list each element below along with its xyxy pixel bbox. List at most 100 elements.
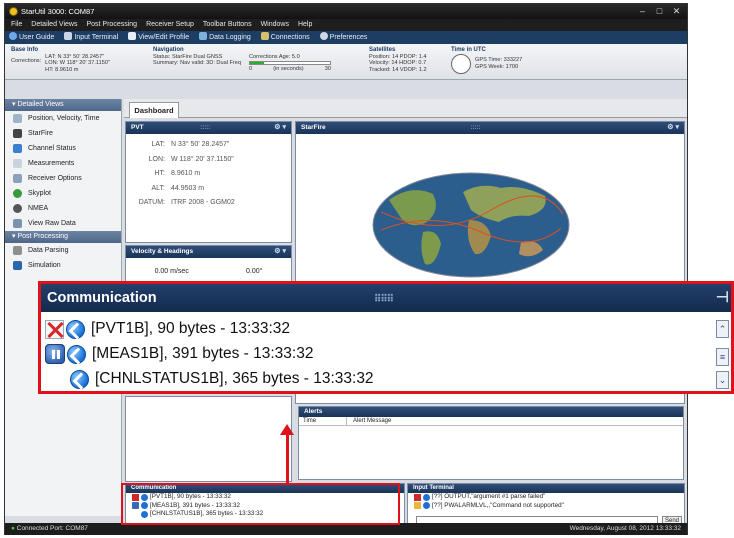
nav-status-value: StarFire Dual GNSS: [171, 53, 223, 60]
input-terminal-button[interactable]: Input Terminal: [64, 31, 118, 44]
drag-grip-icon[interactable]: ⠿⠿⠿: [374, 286, 394, 314]
simulation-icon: [13, 261, 22, 270]
panel-options-icon[interactable]: ⚙ ▾: [274, 246, 286, 258]
pin-icon[interactable]: ⊣: [716, 284, 729, 312]
sidebar-item-receiver-options[interactable]: Receiver Options: [5, 171, 121, 186]
alerts-col-message: Alert Message: [353, 418, 392, 424]
sidebar-item-starfire[interactable]: StarFire: [5, 126, 121, 141]
pause-icon[interactable]: [45, 344, 65, 364]
sidebar-item-skyplot[interactable]: Skyplot: [5, 186, 121, 201]
sidebar-item-pvt[interactable]: Position, Velocity, Time: [5, 111, 121, 126]
scroll-up-icon[interactable]: ⌃: [716, 320, 729, 338]
communication-callout-header: Communication ⠿⠿⠿ ⊣: [41, 284, 731, 312]
panel-options-icon[interactable]: ⚙ ▾: [667, 122, 679, 134]
data-logging-button[interactable]: Data Logging: [199, 31, 251, 44]
info-bar: Base Info Corrections: LAT: N 33° 50' 28…: [5, 44, 687, 80]
preferences-button[interactable]: Preferences: [319, 31, 367, 44]
clear-icon[interactable]: [45, 319, 64, 339]
nav-summary-label: Summary:: [153, 60, 179, 66]
sidebar-item-data-parsing[interactable]: Data Parsing: [5, 243, 121, 258]
pvt-row: LON: W 118° 20' 37.1150": [148, 155, 234, 163]
title-bar: StarUtil 3000: COM87 – □ ✕: [5, 4, 687, 19]
profile-icon: [128, 32, 137, 40]
starfire-panel-header: StarFire::::: ⚙ ▾: [296, 122, 684, 134]
globe-icon: [13, 189, 22, 198]
app-window: StarUtil 3000: COM87 – □ ✕ File Detailed…: [4, 3, 688, 535]
data-logging-icon: [199, 32, 208, 40]
maximize-icon[interactable]: □: [652, 6, 667, 17]
callout-arrowhead: [280, 424, 294, 435]
base-ht: HT: 8.9610 m: [45, 66, 79, 73]
menu-post-processing[interactable]: Post Processing: [86, 19, 137, 31]
callout-arrow: [286, 434, 289, 484]
wrench-icon: [13, 174, 22, 183]
nmea-icon: [13, 204, 22, 213]
menu-detailed-views[interactable]: Detailed Views: [31, 19, 77, 31]
starfire-icon: [13, 129, 22, 138]
menu-windows[interactable]: Windows: [261, 19, 289, 31]
menu-file[interactable]: File: [11, 19, 22, 31]
comm-message-text: [CHNLSTATUS1B], 365 bytes - 13:33:32: [95, 370, 374, 387]
panel-options-icon[interactable]: ⚙ ▾: [274, 122, 286, 134]
incoming-arrow-icon: [67, 344, 86, 364]
arrow-icon: [423, 502, 430, 510]
terminal-line: [??] OUTPUT,"argument #1 parse failed": [408, 493, 684, 502]
section-detailed-views[interactable]: ▾ Detailed Views: [5, 99, 121, 111]
menu-help[interactable]: Help: [298, 19, 312, 31]
gear-icon: [319, 32, 328, 40]
pvt-row: ALT: 44.9503 m: [151, 184, 205, 192]
sidebar-item-channel-status[interactable]: Channel Status: [5, 141, 121, 156]
tab-dashboard[interactable]: Dashboard: [129, 102, 179, 118]
comm-message-row: [CHNLSTATUS1B], 365 bytes - 13:33:32: [70, 367, 374, 391]
base-info: Base Info Corrections: LAT: N 33° 50' 28…: [11, 47, 110, 73]
comm-message-row: [MEAS1B], 391 bytes - 13:33:32: [45, 342, 313, 366]
sidebar-item-measurements[interactable]: Measurements: [5, 156, 121, 171]
raw-data-icon: [13, 219, 22, 228]
toolbar: User Guide Input Terminal View/Edit Prof…: [5, 31, 687, 44]
nav-summary-value: Nav valid: 3D: Dual Freq: [180, 60, 241, 66]
close-icon[interactable]: ✕: [669, 6, 684, 17]
sidebar-item-nmea[interactable]: NMEA: [5, 201, 121, 216]
input-terminal-panel: Input Terminal [??] OUTPUT,"argument #1 …: [407, 483, 685, 527]
heading-value: 0.00°: [245, 268, 263, 275]
folder-icon: [414, 502, 421, 510]
terminal-line: [??] PWALARMLVL,,"Command not supported": [408, 502, 684, 511]
incoming-arrow-icon: [70, 369, 89, 389]
measurements-icon: [13, 159, 22, 168]
pvt-panel: PVT::::: ⚙ ▾ LAT: N 33° 50' 28.2457" LON: W…: [125, 121, 292, 243]
velocity-panel: Velocity & Headings ⚙ ▾ 0.00 m/sec 0.00°: [125, 245, 292, 285]
nav-status-label: Status:: [153, 53, 171, 60]
time-info: Time in UTC GPS Time: 333227 GPS Week: 1…: [451, 47, 522, 74]
scroll-down-icon[interactable]: ⌄: [716, 371, 729, 389]
connections-button[interactable]: Connections: [260, 31, 310, 44]
clock-icon: [451, 53, 471, 74]
minimize-icon[interactable]: –: [635, 6, 650, 17]
input-terminal-header: Input Terminal: [408, 484, 684, 493]
world-map: [372, 172, 570, 278]
menu-receiver-setup[interactable]: Receiver Setup: [146, 19, 194, 31]
menu-bar: File Detailed Views Post Processing Rece…: [5, 19, 687, 31]
section-post-processing[interactable]: ▾ Post Processing: [5, 231, 121, 243]
menu-toolbar-buttons[interactable]: Toolbar Buttons: [203, 19, 252, 31]
sidebar-item-view-raw-data[interactable]: View Raw Data: [5, 216, 121, 231]
error-icon: [414, 493, 421, 501]
velocity-panel-lower: [125, 396, 292, 482]
pvt-row: HT: 8.9610 m: [154, 170, 201, 177]
connections-icon: [260, 32, 269, 40]
highlight-box: [121, 483, 400, 525]
scroll-thumb-icon[interactable]: ≡: [716, 348, 729, 366]
app-icon: [9, 7, 18, 16]
satellites-info: Satellites Position: 14 PDOP: 1.4 Veloci…: [369, 47, 427, 73]
navigation-info: Navigation Status: StarFire Dual GNSS Su…: [153, 47, 331, 72]
pvt-panel-header: PVT::::: ⚙ ▾: [126, 122, 291, 134]
corrections-label: Corrections:: [11, 57, 42, 64]
status-datetime: Wednesday, August 08, 2012 13:33:32: [569, 525, 681, 532]
terminal-icon: [64, 32, 73, 40]
sidebar-item-simulation[interactable]: Simulation: [5, 258, 121, 273]
incoming-arrow-icon: [66, 319, 85, 339]
user-guide-button[interactable]: User Guide: [9, 31, 54, 44]
view-edit-profile-button[interactable]: View/Edit Profile: [128, 31, 189, 44]
parsing-icon: [13, 246, 22, 255]
bar-chart-icon: [13, 144, 22, 153]
corrections-age: Corrections Age: 5.0: [249, 53, 300, 60]
